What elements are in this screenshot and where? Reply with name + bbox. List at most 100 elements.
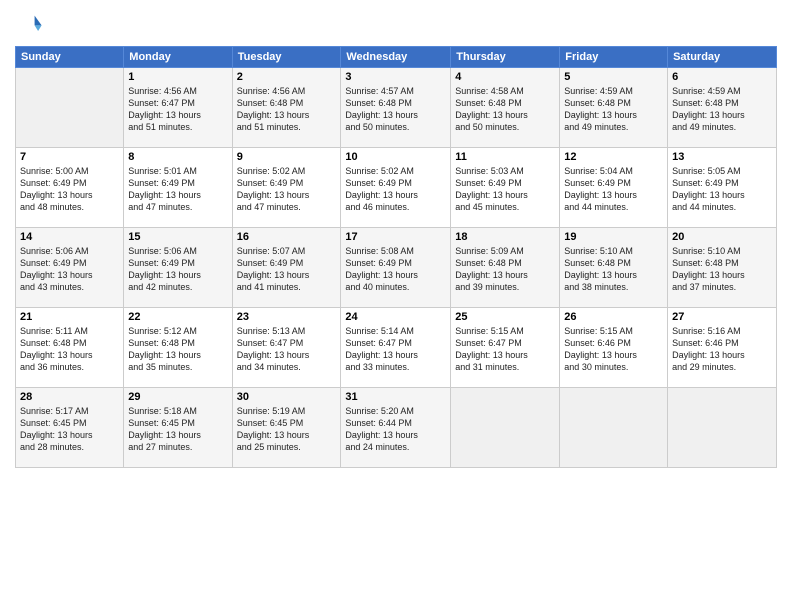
week-row-2: 7 Sunrise: 5:00 AM Sunset: 6:49 PM Daylig… (16, 148, 777, 228)
cell-content: Sunrise: 4:58 AM Sunset: 6:48 PM Dayligh… (455, 85, 555, 134)
cell-content: Sunrise: 5:20 AM Sunset: 6:44 PM Dayligh… (345, 405, 446, 454)
cell-content: Sunrise: 5:15 AM Sunset: 6:47 PM Dayligh… (455, 325, 555, 374)
calendar-cell: 7 Sunrise: 5:00 AM Sunset: 6:49 PM Daylig… (16, 148, 124, 228)
calendar-cell: 1 Sunrise: 4:56 AM Sunset: 6:47 PM Daylig… (124, 68, 232, 148)
day-number: 14 (20, 231, 119, 243)
calendar-cell: 21Sunrise: 5:11 AM Sunset: 6:48 PM Dayli… (16, 308, 124, 388)
cell-content: Sunrise: 5:14 AM Sunset: 6:47 PM Dayligh… (345, 325, 446, 374)
day-number: 13 (672, 151, 772, 163)
calendar-cell: 5 Sunrise: 4:59 AM Sunset: 6:48 PM Daylig… (560, 68, 668, 148)
calendar-cell: 27 Sunrise: 5:16 AM Sunset: 6:46 PM Dayli… (668, 308, 777, 388)
day-number: 2 (237, 71, 337, 83)
calendar-body: 1 Sunrise: 4:56 AM Sunset: 6:47 PM Daylig… (16, 68, 777, 468)
calendar-cell: 20 Sunrise: 5:10 AM Sunset: 6:48 PM Dayli… (668, 228, 777, 308)
calendar-cell: 28 Sunrise: 5:17 AM Sunset: 6:45 PM Dayli… (16, 388, 124, 468)
calendar-cell: 15 Sunrise: 5:06 AM Sunset: 6:49 PM Dayli… (124, 228, 232, 308)
cell-content: Sunrise: 4:56 AM Sunset: 6:48 PM Dayligh… (237, 85, 337, 134)
day-number: 27 (672, 311, 772, 323)
week-row-5: 28 Sunrise: 5:17 AM Sunset: 6:45 PM Dayli… (16, 388, 777, 468)
header (15, 10, 777, 38)
day-number: 3 (345, 71, 446, 83)
day-number: 17 (345, 231, 446, 243)
cell-content: Sunrise: 5:05 AM Sunset: 6:49 PM Dayligh… (672, 165, 772, 214)
cell-content: Sunrise: 4:57 AM Sunset: 6:48 PM Dayligh… (345, 85, 446, 134)
logo (15, 10, 45, 38)
day-number: 1 (128, 71, 227, 83)
calendar-cell: 13 Sunrise: 5:05 AM Sunset: 6:49 PM Dayli… (668, 148, 777, 228)
calendar-cell: 25 Sunrise: 5:15 AM Sunset: 6:47 PM Dayli… (451, 308, 560, 388)
cell-content: Sunrise: 5:07 AM Sunset: 6:49 PM Dayligh… (237, 245, 337, 294)
calendar-cell: 23 Sunrise: 5:13 AM Sunset: 6:47 PM Dayli… (232, 308, 341, 388)
day-number: 26 (564, 311, 663, 323)
col-header-wednesday: Wednesday (341, 47, 451, 68)
day-number: 11 (455, 151, 555, 163)
cell-content: Sunrise: 5:12 AM Sunset: 6:48 PM Dayligh… (128, 325, 227, 374)
calendar-cell: 29 Sunrise: 5:18 AM Sunset: 6:45 PM Dayli… (124, 388, 232, 468)
cell-content: Sunrise: 5:16 AM Sunset: 6:46 PM Dayligh… (672, 325, 772, 374)
col-header-sunday: Sunday (16, 47, 124, 68)
day-number: 29 (128, 391, 227, 403)
calendar-cell: 9 Sunrise: 5:02 AM Sunset: 6:49 PM Daylig… (232, 148, 341, 228)
cell-content: Sunrise: 5:06 AM Sunset: 6:49 PM Dayligh… (20, 245, 119, 294)
day-number: 7 (20, 151, 119, 163)
calendar-cell: 30 Sunrise: 5:19 AM Sunset: 6:45 PM Dayli… (232, 388, 341, 468)
calendar-cell: 19Sunrise: 5:10 AM Sunset: 6:48 PM Dayli… (560, 228, 668, 308)
day-number: 25 (455, 311, 555, 323)
cell-content: Sunrise: 5:17 AM Sunset: 6:45 PM Dayligh… (20, 405, 119, 454)
day-number: 16 (237, 231, 337, 243)
day-number: 30 (237, 391, 337, 403)
week-row-4: 21Sunrise: 5:11 AM Sunset: 6:48 PM Dayli… (16, 308, 777, 388)
day-number: 15 (128, 231, 227, 243)
day-number: 19 (564, 231, 663, 243)
calendar-cell (451, 388, 560, 468)
cell-content: Sunrise: 5:00 AM Sunset: 6:49 PM Dayligh… (20, 165, 119, 214)
calendar-cell (16, 68, 124, 148)
calendar-cell: 24 Sunrise: 5:14 AM Sunset: 6:47 PM Dayli… (341, 308, 451, 388)
cell-content: Sunrise: 5:10 AM Sunset: 6:48 PM Dayligh… (672, 245, 772, 294)
cell-content: Sunrise: 5:02 AM Sunset: 6:49 PM Dayligh… (237, 165, 337, 214)
calendar-cell: 2 Sunrise: 4:56 AM Sunset: 6:48 PM Daylig… (232, 68, 341, 148)
calendar-cell: 3 Sunrise: 4:57 AM Sunset: 6:48 PM Daylig… (341, 68, 451, 148)
day-number: 5 (564, 71, 663, 83)
calendar-cell: 6 Sunrise: 4:59 AM Sunset: 6:48 PM Daylig… (668, 68, 777, 148)
day-number: 18 (455, 231, 555, 243)
col-header-tuesday: Tuesday (232, 47, 341, 68)
day-number: 28 (20, 391, 119, 403)
calendar-cell: 17 Sunrise: 5:08 AM Sunset: 6:49 PM Dayli… (341, 228, 451, 308)
calendar-cell: 14 Sunrise: 5:06 AM Sunset: 6:49 PM Dayli… (16, 228, 124, 308)
calendar-cell: 10Sunrise: 5:02 AM Sunset: 6:49 PM Dayli… (341, 148, 451, 228)
calendar-cell: 11Sunrise: 5:03 AM Sunset: 6:49 PM Dayli… (451, 148, 560, 228)
cell-content: Sunrise: 4:59 AM Sunset: 6:48 PM Dayligh… (672, 85, 772, 134)
calendar-cell: 18 Sunrise: 5:09 AM Sunset: 6:48 PM Dayli… (451, 228, 560, 308)
col-header-thursday: Thursday (451, 47, 560, 68)
cell-content: Sunrise: 5:18 AM Sunset: 6:45 PM Dayligh… (128, 405, 227, 454)
cell-content: Sunrise: 4:59 AM Sunset: 6:48 PM Dayligh… (564, 85, 663, 134)
cell-content: Sunrise: 5:13 AM Sunset: 6:47 PM Dayligh… (237, 325, 337, 374)
day-number: 9 (237, 151, 337, 163)
calendar-cell: 16 Sunrise: 5:07 AM Sunset: 6:49 PM Dayli… (232, 228, 341, 308)
logo-icon (15, 10, 43, 38)
day-number: 6 (672, 71, 772, 83)
page: SundayMondayTuesdayWednesdayThursdayFrid… (0, 0, 792, 612)
cell-content: Sunrise: 5:15 AM Sunset: 6:46 PM Dayligh… (564, 325, 663, 374)
day-number: 4 (455, 71, 555, 83)
day-number: 21 (20, 311, 119, 323)
col-header-friday: Friday (560, 47, 668, 68)
cell-content: Sunrise: 5:19 AM Sunset: 6:45 PM Dayligh… (237, 405, 337, 454)
calendar-cell: 31Sunrise: 5:20 AM Sunset: 6:44 PM Dayli… (341, 388, 451, 468)
day-number: 24 (345, 311, 446, 323)
week-row-1: 1 Sunrise: 4:56 AM Sunset: 6:47 PM Daylig… (16, 68, 777, 148)
col-header-monday: Monday (124, 47, 232, 68)
column-headers: SundayMondayTuesdayWednesdayThursdayFrid… (16, 47, 777, 68)
calendar-table: SundayMondayTuesdayWednesdayThursdayFrid… (15, 46, 777, 468)
calendar-cell: 4 Sunrise: 4:58 AM Sunset: 6:48 PM Daylig… (451, 68, 560, 148)
day-number: 20 (672, 231, 772, 243)
cell-content: Sunrise: 5:09 AM Sunset: 6:48 PM Dayligh… (455, 245, 555, 294)
col-header-saturday: Saturday (668, 47, 777, 68)
cell-content: Sunrise: 4:56 AM Sunset: 6:47 PM Dayligh… (128, 85, 227, 134)
cell-content: Sunrise: 5:02 AM Sunset: 6:49 PM Dayligh… (345, 165, 446, 214)
calendar-cell: 26 Sunrise: 5:15 AM Sunset: 6:46 PM Dayli… (560, 308, 668, 388)
day-number: 23 (237, 311, 337, 323)
cell-content: Sunrise: 5:08 AM Sunset: 6:49 PM Dayligh… (345, 245, 446, 294)
cell-content: Sunrise: 5:06 AM Sunset: 6:49 PM Dayligh… (128, 245, 227, 294)
